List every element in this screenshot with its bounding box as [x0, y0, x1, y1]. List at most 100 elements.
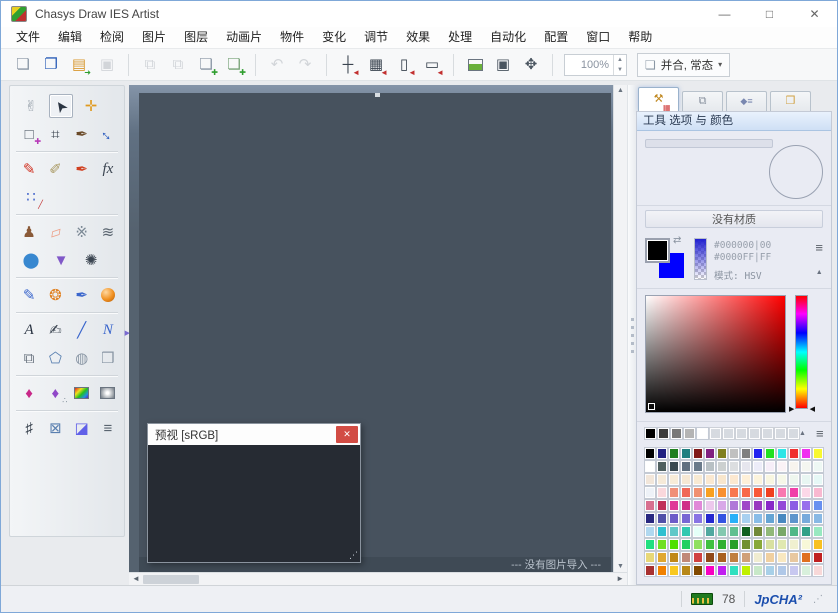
palette-swatch-r6c3[interactable] — [681, 526, 691, 537]
crop-tool[interactable]: ⌗ — [45, 122, 65, 146]
palette-swatch-r4c2[interactable] — [669, 500, 679, 511]
preview-resize-grip[interactable]: ⋰ — [349, 550, 358, 561]
palette-swatch-r3c4[interactable] — [693, 487, 703, 498]
close-button[interactable]: ✕ — [792, 1, 837, 27]
palette-swatch-r5c11[interactable] — [777, 513, 787, 524]
palette-swatch-r9c7[interactable] — [729, 565, 739, 576]
palette-swatch-r8c13[interactable] — [801, 552, 811, 563]
quick-swatch-empty-8[interactable] — [749, 428, 760, 439]
palette-swatch-r6c13[interactable] — [801, 526, 811, 537]
menu-item-1[interactable]: 编辑 — [49, 27, 91, 48]
palette-swatch-r3c1[interactable] — [657, 487, 667, 498]
quick-swatch-empty-9[interactable] — [762, 428, 773, 439]
hue-bar[interactable] — [795, 295, 808, 409]
palette-swatch-r4c0[interactable] — [645, 500, 655, 511]
palette-swatch-r0c3[interactable] — [681, 448, 691, 459]
merge-mode-dropdown[interactable]: ❏ 并合, 常态 ▾ — [637, 53, 730, 77]
palette-swatch-r2c13[interactable] — [801, 474, 811, 485]
minimize-button[interactable]: — — [702, 1, 747, 27]
palette-swatch-r1c10[interactable] — [765, 461, 775, 472]
palette-swatch-r1c2[interactable] — [669, 461, 679, 472]
palette-swatch-r8c9[interactable] — [753, 552, 763, 563]
palette-swatch-r6c9[interactable] — [753, 526, 763, 537]
maximize-button[interactable]: □ — [747, 1, 792, 27]
palette-swatch-r2c10[interactable] — [765, 474, 775, 485]
quick-swatch-empty-7[interactable] — [736, 428, 747, 439]
palette-swatch-r3c10[interactable] — [765, 487, 775, 498]
new-window-button[interactable]: ❐ — [39, 53, 63, 77]
pencil-tool[interactable]: ✎ — [19, 157, 39, 181]
palette-swatch-r7c11[interactable] — [777, 539, 787, 550]
palette-swatch-r8c14[interactable] — [813, 552, 823, 563]
menu-item-9[interactable]: 效果 — [397, 27, 439, 48]
quick-swatch-0[interactable] — [645, 428, 656, 439]
palette-swatch-r4c8[interactable] — [741, 500, 751, 511]
palette-swatch-r1c6[interactable] — [717, 461, 727, 472]
crop-canvas-button[interactable]: ▭◄ — [420, 53, 444, 77]
palette-swatch-r7c1[interactable] — [657, 539, 667, 550]
palette-swatch-r3c7[interactable] — [729, 487, 739, 498]
sv-cursor[interactable] — [647, 402, 656, 411]
resize-tool[interactable]: ↔ — [98, 122, 118, 146]
palette-swatch-r9c3[interactable] — [681, 565, 691, 576]
palette-swatch-r9c11[interactable] — [777, 565, 787, 576]
shape-blob-tool[interactable]: ◍ — [72, 346, 92, 370]
texture-tool[interactable]: ≋ — [98, 220, 118, 244]
palette-swatch-r3c9[interactable] — [753, 487, 763, 498]
palette-swatch-r6c2[interactable] — [669, 526, 679, 537]
palette-swatch-r0c7[interactable] — [729, 448, 739, 459]
palette-swatch-r9c12[interactable] — [789, 565, 799, 576]
palette-swatch-r1c1[interactable] — [657, 461, 667, 472]
palette-swatch-r3c8[interactable] — [741, 487, 751, 498]
palette-swatch-r7c12[interactable] — [789, 539, 799, 550]
palette-swatch-r7c6[interactable] — [717, 539, 727, 550]
calligraphy-tool[interactable]: ✍ — [45, 318, 65, 342]
palette-swatch-r2c11[interactable] — [777, 474, 787, 485]
palette-swatch-r0c14[interactable] — [813, 448, 823, 459]
horizontal-scroll-thumb[interactable] — [143, 575, 199, 584]
palette-swatch-r8c1[interactable] — [657, 552, 667, 563]
palette-swatch-r5c6[interactable] — [717, 513, 727, 524]
solid-3d-tool[interactable]: ❒ — [98, 346, 118, 370]
import-frame-button[interactable]: ❏✚ — [194, 53, 218, 77]
palette-swatch-r3c13[interactable] — [801, 487, 811, 498]
trim-canvas-button[interactable]: ▯◄ — [392, 53, 416, 77]
brush-tool[interactable]: ✒ — [72, 157, 92, 181]
sphere-render-tool[interactable] — [98, 283, 118, 307]
menu-item-6[interactable]: 物件 — [271, 27, 313, 48]
import-layer-button[interactable]: ❏✚ — [222, 53, 246, 77]
menu-item-14[interactable]: 帮助 — [619, 27, 661, 48]
palette-swatch-r2c14[interactable] — [813, 474, 823, 485]
vignette-tool[interactable] — [98, 381, 118, 405]
palette-swatch-r8c12[interactable] — [789, 552, 799, 563]
palette-swatch-r1c5[interactable] — [705, 461, 715, 472]
splatter-tool[interactable]: ✺ — [79, 248, 103, 272]
preview-close-button[interactable]: ✕ — [336, 426, 358, 443]
move-tool[interactable]: ✛ — [79, 94, 103, 118]
palette-swatch-r7c4[interactable] — [693, 539, 703, 550]
palette-swatch-r7c2[interactable] — [669, 539, 679, 550]
palette-swatch-r7c8[interactable] — [741, 539, 751, 550]
menu-item-3[interactable]: 图片 — [133, 27, 175, 48]
palette-swatch-r5c0[interactable] — [645, 513, 655, 524]
palette-swatch-r9c4[interactable] — [693, 565, 703, 576]
menu-item-11[interactable]: 自动化 — [481, 27, 535, 48]
palette-swatch-r7c9[interactable] — [753, 539, 763, 550]
smudge-tool[interactable]: ▼ — [49, 248, 73, 272]
palette-swatch-r0c1[interactable] — [657, 448, 667, 459]
ink-pen-tool[interactable]: ✒ — [72, 283, 92, 307]
clone-stamp-tool[interactable]: ♟ — [19, 220, 39, 244]
palette-swatch-r4c12[interactable] — [789, 500, 799, 511]
palette-swatch-r5c1[interactable] — [657, 513, 667, 524]
palette-swatch-r0c4[interactable] — [693, 448, 703, 459]
dropper-tool[interactable]: ✐ — [45, 157, 65, 181]
palette-swatch-r1c4[interactable] — [693, 461, 703, 472]
effect-brush-tool[interactable]: fx — [98, 157, 118, 181]
palette-swatch-r8c7[interactable] — [729, 552, 739, 563]
palette-swatch-r1c11[interactable] — [777, 461, 787, 472]
palette-swatch-r6c4[interactable] — [693, 526, 703, 537]
palette-swatch-r9c13[interactable] — [801, 565, 811, 576]
menu-item-7[interactable]: 变化 — [313, 27, 355, 48]
palette-swatch-r9c1[interactable] — [657, 565, 667, 576]
palette-swatch-r9c5[interactable] — [705, 565, 715, 576]
